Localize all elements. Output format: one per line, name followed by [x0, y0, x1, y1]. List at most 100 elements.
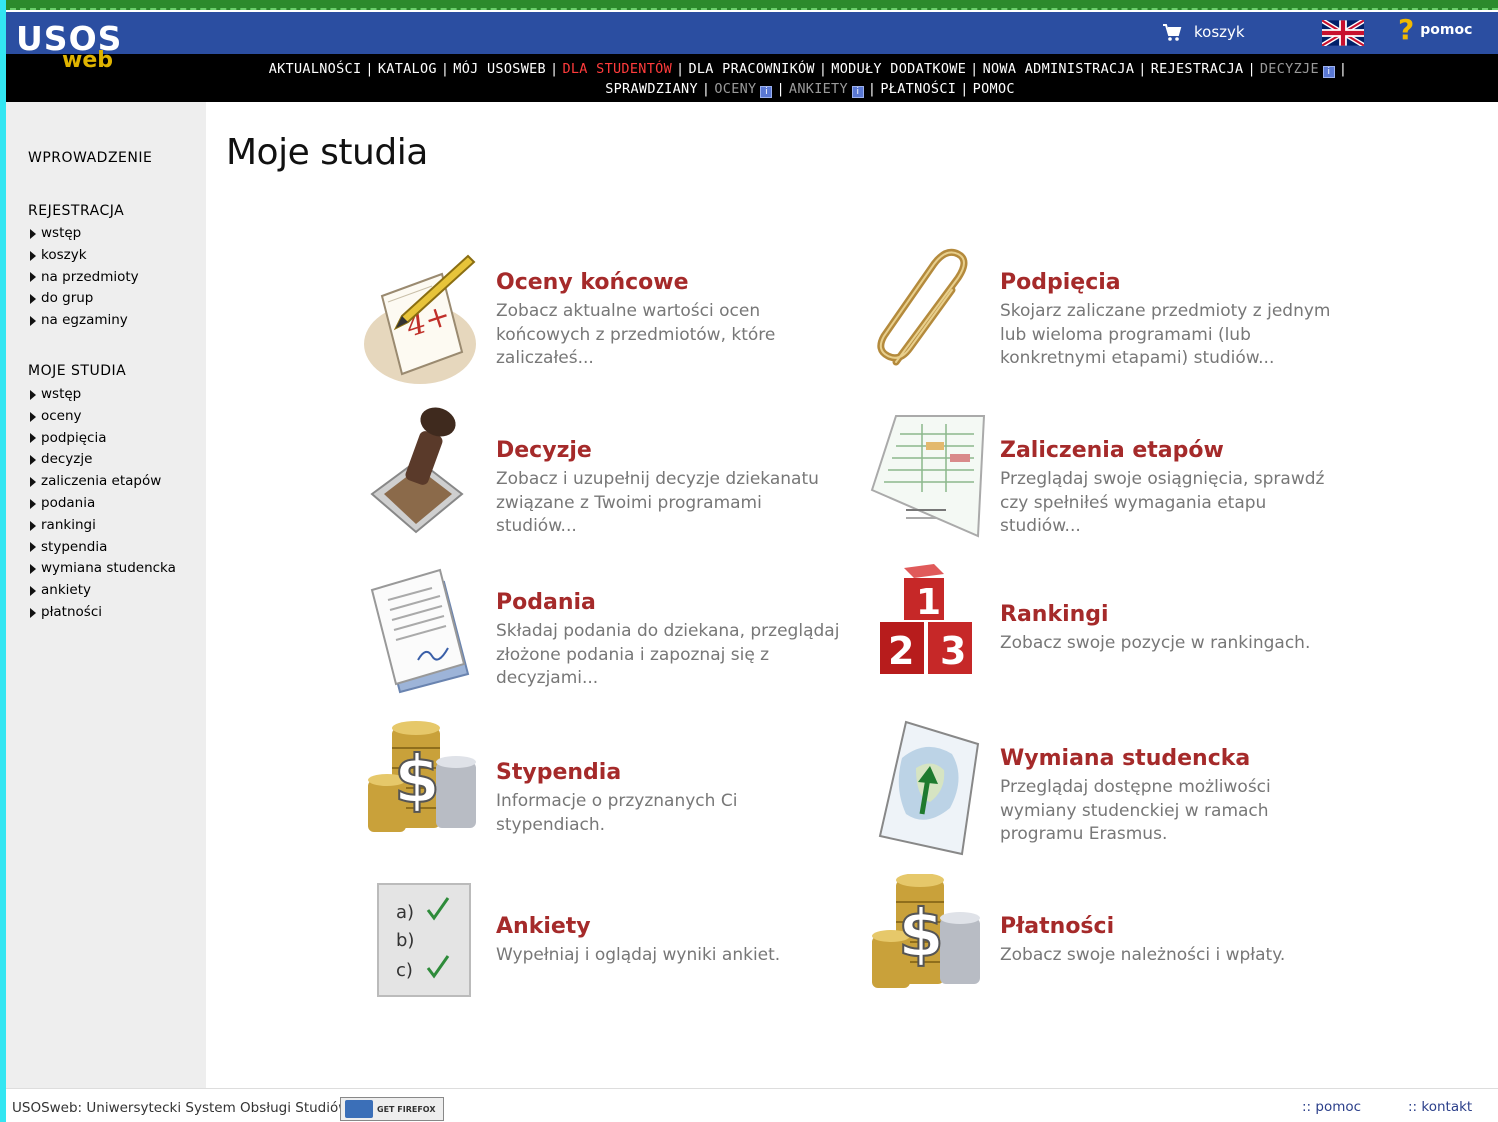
menu-separator: | — [970, 61, 979, 77]
question-mark-icon: ? — [1398, 13, 1415, 46]
footer-help-link[interactable]: :: pomoc — [1302, 1099, 1361, 1115]
footer-contact-link[interactable]: :: kontakt — [1408, 1099, 1472, 1115]
tile-title[interactable]: Podania — [496, 590, 596, 615]
tile-description: Zobacz i uzupełnij decyzje dziekanatu zw… — [496, 469, 819, 536]
tile-title[interactable]: Stypendia — [496, 760, 621, 785]
info-icon[interactable]: i — [1322, 66, 1335, 78]
sidebar-list-moje-studia: wstęp oceny podpięcia decyzje zaliczenia eta… — [30, 384, 176, 624]
menu-item-decyzje[interactable]: DECYZJE — [1260, 61, 1319, 77]
tile-decyzje[interactable]: Decyzje Zobacz i uzupełnij decyzje dziek… — [362, 402, 842, 542]
paperclip-icon — [877, 248, 968, 366]
help-label: pomoc — [1420, 22, 1473, 38]
tile-title[interactable]: Decyzje — [496, 438, 592, 463]
menu-item-sprawdziany[interactable]: SPRAWDZIANY — [605, 81, 698, 97]
sidebar-item-label: stypendia — [41, 538, 108, 555]
sidebar-item-stypendia[interactable]: stypendia — [30, 537, 176, 559]
menu-item-moduły-dodatkowe[interactable]: MODUŁY DODATKOWE — [831, 61, 966, 77]
menu-separator: | — [776, 81, 785, 97]
sidebar-item-płatności[interactable]: płatności — [30, 602, 176, 624]
sidebar-item-label: wstęp — [41, 386, 82, 402]
sidebar-item-zaliczenia-etapów[interactable]: zaliczenia etapów — [30, 471, 176, 493]
document-icon — [370, 568, 470, 694]
sidebar-item-label: ankiety — [41, 582, 91, 599]
logo-web-text: web — [62, 48, 113, 73]
sidebar-item-na-egzaminy[interactable]: na egzaminy — [30, 310, 139, 332]
sidebar-item-label: koszyk — [41, 246, 87, 263]
sidebar-item-wstęp[interactable]: wstęp — [30, 223, 139, 245]
sidebar-item-podpięcia[interactable]: podpięcia — [30, 428, 176, 450]
tile-title[interactable]: Zaliczenia etapów — [1000, 438, 1224, 463]
svg-text:c): c) — [396, 960, 413, 981]
get-firefox-label: GET FIREFOX — [377, 1104, 436, 1114]
map-icon — [878, 720, 980, 856]
tile-podania[interactable]: Podania Składaj podania do dziekana, prz… — [362, 560, 842, 700]
sidebar-item-do-grup[interactable]: do grup — [30, 288, 139, 310]
triangle-right-icon — [30, 564, 36, 575]
menu-separator: | — [365, 61, 374, 77]
cart-link[interactable]: koszyk — [1162, 22, 1245, 42]
tile-title[interactable]: Oceny końcowe — [496, 270, 689, 295]
footer: USOSweb: Uniwersytecki System Obsługi St… — [6, 1088, 1498, 1122]
menu-separator: | — [1247, 61, 1256, 77]
info-icon[interactable]: i — [760, 86, 773, 98]
menu-separator: | — [701, 81, 711, 97]
sidebar-item-label: płatności — [41, 603, 102, 620]
tile-wymiana-studencka[interactable]: Wymiana studencka Przeglądaj dostępne mo… — [866, 718, 1346, 858]
tile-rankingi[interactable]: 1 2 3 Rankingi Zobacz swoje pozycje w ra… — [866, 560, 1346, 700]
coins-dollar-icon: $ — [872, 874, 980, 988]
menu-item-mój-usosweb[interactable]: MÓJ USOSWEB — [453, 61, 546, 77]
triangle-right-icon — [30, 389, 36, 400]
tile-ankiety[interactable]: a) b) c) Ankiety Wypełniaj i oglądaj wyn… — [362, 874, 842, 1014]
help-link[interactable]: ? pomoc — [1398, 16, 1472, 44]
tile-stypendia[interactable]: $ Stypendia Informacje o przyznanych Ci … — [362, 718, 842, 858]
menu-item-ankiety[interactable]: ANKIETY — [789, 81, 848, 97]
svg-text:b): b) — [396, 930, 414, 951]
menu-separator: | — [550, 61, 559, 77]
menu-item-nowa-administracja[interactable]: NOWA ADMINISTRACJA — [983, 61, 1135, 77]
main-menu-row-1: AKTUALNOŚCI | KATALOG | MÓJ USOSWEB | DLA STUD… — [160, 59, 1460, 79]
tile-oceny-koncowe[interactable]: 4+ Oceny końcowe Zobacz aktualne wartośc… — [362, 244, 842, 384]
tile-title[interactable]: Podpięcia — [1000, 270, 1121, 295]
english-flag-icon[interactable] — [1322, 20, 1364, 46]
triangle-right-icon — [30, 477, 36, 488]
menu-item-katalog[interactable]: KATALOG — [378, 61, 437, 77]
menu-item-oceny[interactable]: OCENY — [714, 81, 756, 97]
sidebar-heading-moje-studia[interactable]: MOJE STUDIA — [28, 363, 126, 379]
sidebar-item-podania[interactable]: podania — [30, 493, 176, 515]
tile-title[interactable]: Płatności — [1000, 914, 1114, 939]
tile-title[interactable]: Ankiety — [496, 914, 591, 939]
menu-item-płatności[interactable]: PŁATNOŚCI — [880, 81, 956, 97]
sidebar-item-wprowadzenie[interactable]: WPROWADZENIE — [28, 150, 152, 166]
sidebar-item-wstęp[interactable]: wstęp — [30, 384, 176, 406]
sidebar-item-ankiety[interactable]: ankiety — [30, 580, 176, 602]
tile-title[interactable]: Rankingi — [1000, 602, 1109, 627]
sidebar-item-na-przedmioty[interactable]: na przedmioty — [30, 267, 139, 289]
menu-item-rejestracja[interactable]: REJESTRACJA — [1151, 61, 1244, 77]
triangle-right-icon — [30, 520, 36, 531]
tile-zaliczenia-etapow[interactable]: Zaliczenia etapów Przeglądaj swoje osiąg… — [866, 402, 1346, 542]
tile-description: Przeglądaj swoje osiągnięcia, sprawdź cz… — [1000, 469, 1325, 536]
sidebar-item-decyzje[interactable]: decyzje — [30, 449, 176, 471]
menu-item-dla-studentów[interactable]: DLA STUDENTÓW — [562, 61, 672, 77]
get-firefox-badge[interactable]: GET FIREFOX — [340, 1097, 444, 1121]
info-icon[interactable]: i — [851, 86, 864, 98]
sidebar-item-wymiana-studencka[interactable]: wymiana studencka — [30, 558, 176, 580]
tile-platnosci[interactable]: $ Płatności Zobacz swoje należności i wp… — [866, 874, 1346, 1014]
menu-item-pomoc[interactable]: POMOC — [973, 81, 1015, 97]
sidebar-item-koszyk[interactable]: koszyk — [30, 245, 139, 267]
cart-label: koszyk — [1194, 23, 1245, 41]
sidebar-item-rankingi[interactable]: rankingi — [30, 515, 176, 537]
tile-podpiecia[interactable]: Podpięcia Skojarz zaliczane przedmioty z… — [866, 244, 1346, 384]
page-title: Moje studia — [226, 132, 428, 173]
sidebar-heading-rejestracja[interactable]: REJESTRACJA — [28, 203, 124, 219]
svg-text:$: $ — [394, 741, 440, 818]
tile-description: Zobacz swoje pozycje w rankingach. — [1000, 633, 1311, 653]
tile-title[interactable]: Wymiana studencka — [1000, 746, 1250, 771]
sidebar-item-label: na egzaminy — [41, 312, 128, 329]
menu-item-aktualności[interactable]: AKTUALNOŚCI — [269, 61, 362, 77]
menu-item-dla-pracowników[interactable]: DLA PRACOWNIKÓW — [688, 61, 814, 77]
triangle-right-icon — [30, 250, 36, 261]
report-sheet-icon — [870, 415, 986, 538]
usosweb-logo[interactable]: USOS web — [16, 22, 122, 72]
sidebar-item-oceny[interactable]: oceny — [30, 406, 176, 428]
